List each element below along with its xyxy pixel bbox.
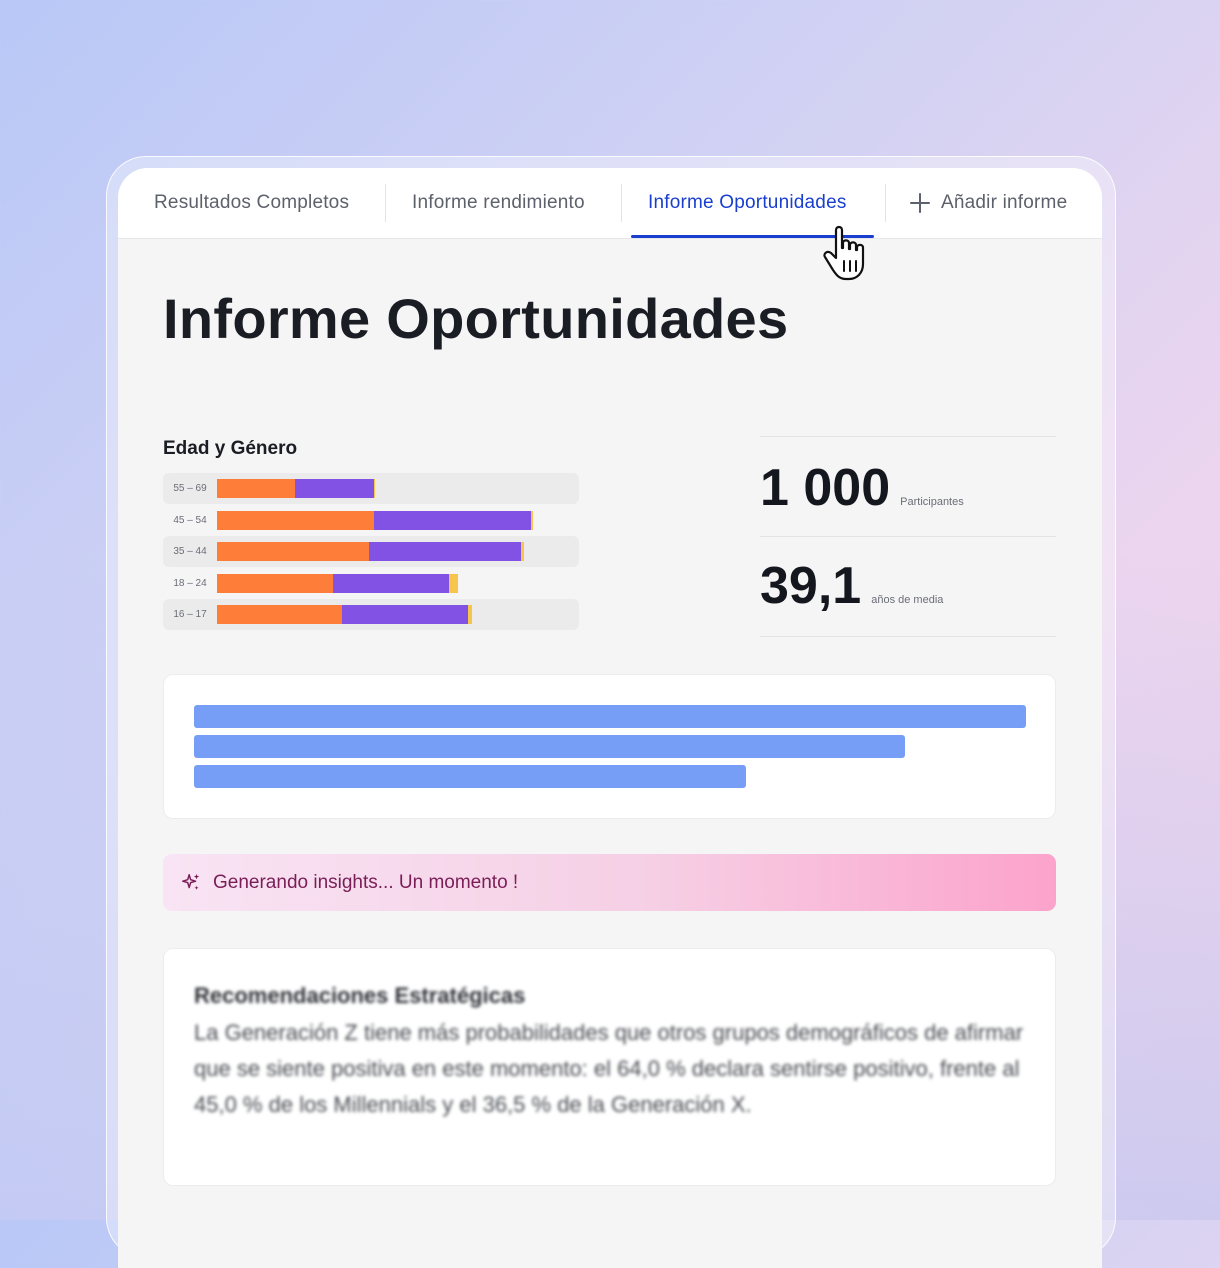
- bar-segment-purple: [374, 510, 531, 530]
- loading-card: [163, 674, 1056, 819]
- divider: [760, 636, 1056, 637]
- chart-row: 55 – 69: [163, 473, 579, 504]
- bar-segment-yellow: [468, 605, 472, 624]
- recommendations-title: Recomendaciones Estratégicas: [194, 983, 526, 1008]
- bar-segment-yellow: [449, 573, 458, 593]
- divider: [760, 436, 1056, 437]
- chart-row: 45 – 54: [163, 505, 579, 536]
- bar-segment-orange: [217, 573, 333, 593]
- stat-label: años de media: [871, 594, 944, 606]
- recommendations-card: Recomendaciones Estratégicas La Generaci…: [163, 948, 1056, 1186]
- tab-bar: Resultados Completos Informe rendimiento…: [118, 168, 1102, 239]
- skeleton-line: [194, 705, 1026, 728]
- tab-label: Informe Oportunidades: [648, 192, 847, 213]
- tab-divider: [621, 184, 622, 222]
- tab-label: Añadir informe: [941, 192, 1068, 213]
- insight-banner: Generando insights... Un momento !: [163, 854, 1056, 911]
- bar-segment-purple: [295, 479, 374, 498]
- bar-segment-yellow: [521, 542, 524, 561]
- tab-label: Informe rendimiento: [412, 192, 585, 213]
- tab-resultados-completos[interactable]: Resultados Completos: [154, 168, 349, 238]
- stat-average-age: 39,1 años de media: [760, 556, 943, 616]
- insight-text: Generando insights... Un momento !: [213, 871, 519, 893]
- chart-row: 16 – 17: [163, 599, 579, 630]
- hand-pointer-icon: [823, 225, 865, 281]
- tab-divider: [885, 184, 886, 222]
- category-label: 16 – 17: [173, 609, 207, 620]
- bar-segment-yellow: [374, 479, 375, 498]
- bar-segment-yellow: [531, 510, 533, 530]
- stat-value: 1 000: [760, 459, 891, 517]
- category-label: 55 – 69: [173, 483, 207, 494]
- plus-icon: [910, 193, 930, 213]
- bar-segment-orange: [217, 542, 369, 561]
- bar-segment-orange: [217, 479, 295, 498]
- tab-label: Resultados Completos: [154, 192, 350, 213]
- tab-informe-rendimiento[interactable]: Informe rendimiento: [412, 168, 585, 238]
- page-title: Informe Oportunidades: [163, 287, 789, 350]
- age-gender-title: Edad y Género: [163, 438, 298, 459]
- sparkle-icon: [182, 873, 200, 890]
- tab-divider: [385, 184, 386, 222]
- chart-row: 18 – 24: [163, 568, 579, 599]
- category-label: 35 – 44: [173, 546, 207, 557]
- divider: [760, 536, 1056, 537]
- tab-add-report[interactable]: Añadir informe: [910, 168, 1067, 238]
- recommendations-text: La Generación Z tiene más probabilidades…: [194, 1020, 1024, 1117]
- stat-participants: 1 000 Participantes: [760, 458, 964, 518]
- tab-informe-oportunidades[interactable]: Informe Oportunidades: [648, 168, 847, 238]
- category-label: 18 – 24: [173, 577, 207, 589]
- bar-segment-orange: [217, 510, 374, 530]
- skeleton-line: [194, 735, 905, 758]
- chart-row: 35 – 44: [163, 536, 579, 567]
- report-window: Resultados Completos Informe rendimiento…: [118, 168, 1102, 1268]
- bar-segment-purple: [333, 573, 449, 593]
- bar-segment-purple: [369, 542, 521, 561]
- bar-segment-orange: [217, 605, 342, 624]
- stat-label: Participantes: [900, 496, 964, 508]
- skeleton-line: [194, 765, 746, 788]
- stat-value: 39,1: [760, 557, 862, 615]
- age-gender-chart: 55 – 69 45 – 54 35 – 44 18 – 24 16 – 17: [163, 473, 579, 633]
- category-label: 45 – 54: [173, 514, 207, 526]
- bar-segment-purple: [342, 605, 468, 624]
